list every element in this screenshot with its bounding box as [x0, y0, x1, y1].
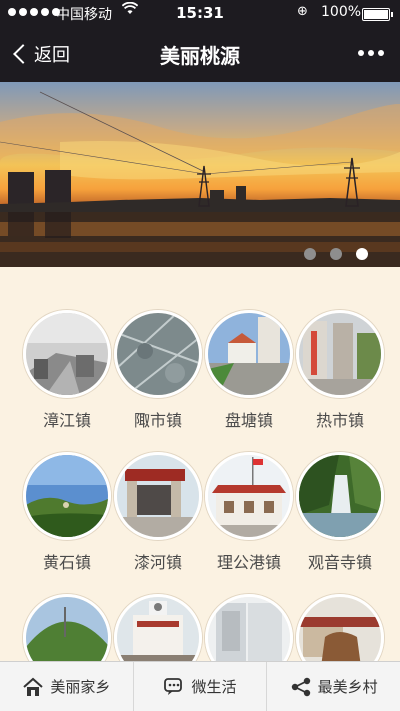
tab-beautiful-hometown[interactable]: 美丽家乡 — [0, 662, 134, 711]
bottom-tab-bar: 美丽家乡 微生活 最美乡村 — [0, 661, 400, 711]
town-label: 漳江镇 — [42, 411, 91, 430]
town-label: 热市镇 — [315, 411, 364, 430]
slide-indicator[interactable] — [304, 248, 368, 260]
top-bar: 中国移动 15:31 ⊕ 100% 返回 美丽桃源 — [0, 0, 400, 82]
town-label: 陬市镇 — [133, 411, 182, 430]
status-bar: 中国移动 15:31 ⊕ 100% — [0, 0, 400, 26]
town-label: 理公港镇 — [216, 553, 281, 572]
town-label: 盘塘镇 — [224, 411, 273, 430]
town-label: 黄石镇 — [42, 553, 91, 572]
town-item[interactable]: 热市镇 — [290, 310, 390, 431]
tab-micro-life[interactable]: 微生活 — [134, 662, 268, 711]
battery-percent: 100% — [321, 4, 362, 20]
town-photo — [23, 452, 111, 540]
rotation-lock-icon: ⊕ — [297, 4, 308, 19]
more-options-icon[interactable] — [358, 50, 384, 56]
banner-slideshow[interactable] — [0, 82, 400, 267]
slide-dot-active[interactable] — [356, 248, 368, 260]
town-photo — [296, 310, 384, 398]
page-title: 美丽桃源 — [160, 44, 240, 68]
town-photo — [296, 452, 384, 540]
tab-label: 最美乡村 — [317, 678, 378, 696]
slide-dot[interactable] — [304, 248, 316, 260]
town-item[interactable]: 漆河镇 — [108, 452, 208, 573]
town-item[interactable]: 盘塘镇 — [199, 310, 299, 431]
share-icon — [291, 677, 310, 696]
town-label: 漆河镇 — [133, 553, 182, 572]
town-item[interactable]: 理公港镇 — [199, 452, 299, 573]
town-photo — [114, 452, 202, 540]
banner-sunset-image — [0, 91, 400, 267]
navigation-bar: 返回 美丽桃源 — [0, 26, 400, 82]
tab-most-beautiful-village[interactable]: 最美乡村 — [267, 662, 400, 711]
town-photo — [205, 452, 293, 540]
town-photo — [205, 310, 293, 398]
town-label: 观音寺镇 — [307, 553, 372, 572]
town-item[interactable]: 陬市镇 — [108, 310, 208, 431]
battery-icon — [362, 8, 393, 21]
town-item[interactable]: 观音寺镇 — [290, 452, 390, 573]
tab-label: 微生活 — [191, 678, 237, 696]
town-item[interactable]: 黄石镇 — [17, 452, 117, 573]
town-photo — [23, 310, 111, 398]
slide-dot[interactable] — [330, 248, 342, 260]
chat-icon — [163, 677, 182, 695]
town-item[interactable]: 漳江镇 — [17, 310, 117, 431]
tab-label: 美丽家乡 — [50, 678, 111, 696]
town-photo — [114, 310, 202, 398]
house-icon — [23, 677, 43, 696]
